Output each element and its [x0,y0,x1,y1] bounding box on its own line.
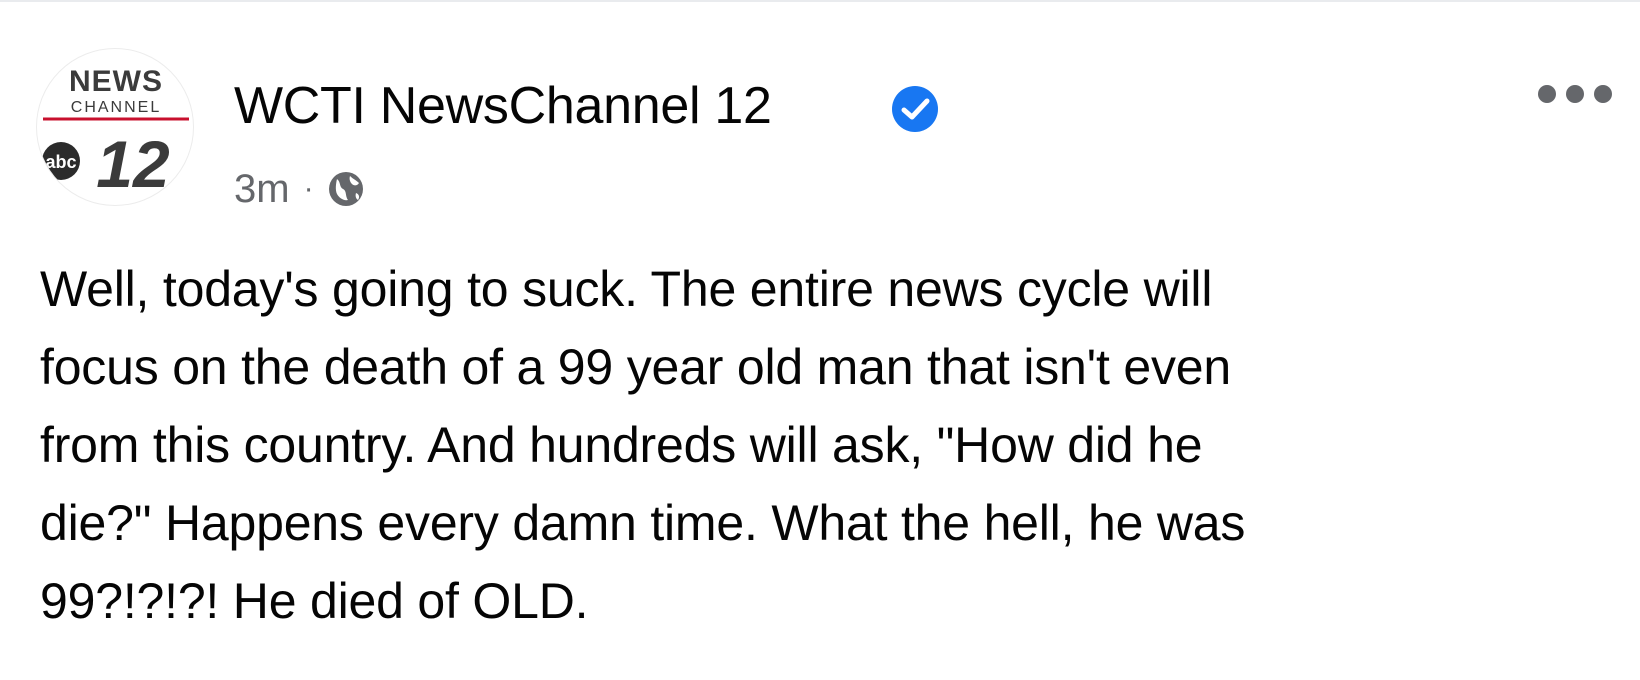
verified-badge-icon [892,86,938,132]
post-timestamp[interactable]: 3m [234,167,290,212]
more-options-dot [1538,85,1556,103]
more-options-button[interactable] [1538,74,1612,114]
page-name[interactable]: WCTI NewsChannel 12 [234,74,772,138]
facebook-post-card: NEWS CHANNEL abc 12 WCTI NewsChannel 12 … [0,0,1640,680]
more-options-dot [1566,85,1584,103]
more-options-dot [1594,85,1612,103]
page-avatar[interactable]: NEWS CHANNEL abc 12 [36,48,194,206]
meta-separator: · [303,172,314,205]
globe-icon[interactable] [326,169,366,209]
post-meta: 3m · [234,162,366,216]
logo-abc-text: abc [45,152,76,172]
logo-news-text: NEWS [69,65,163,98]
newschannel-12-logo: NEWS CHANNEL abc 12 [42,65,189,201]
logo-number-text: 12 [96,127,170,201]
post-body-text: Well, today's going to suck. The entire … [40,261,1246,629]
logo-channel-text: CHANNEL [71,99,161,116]
